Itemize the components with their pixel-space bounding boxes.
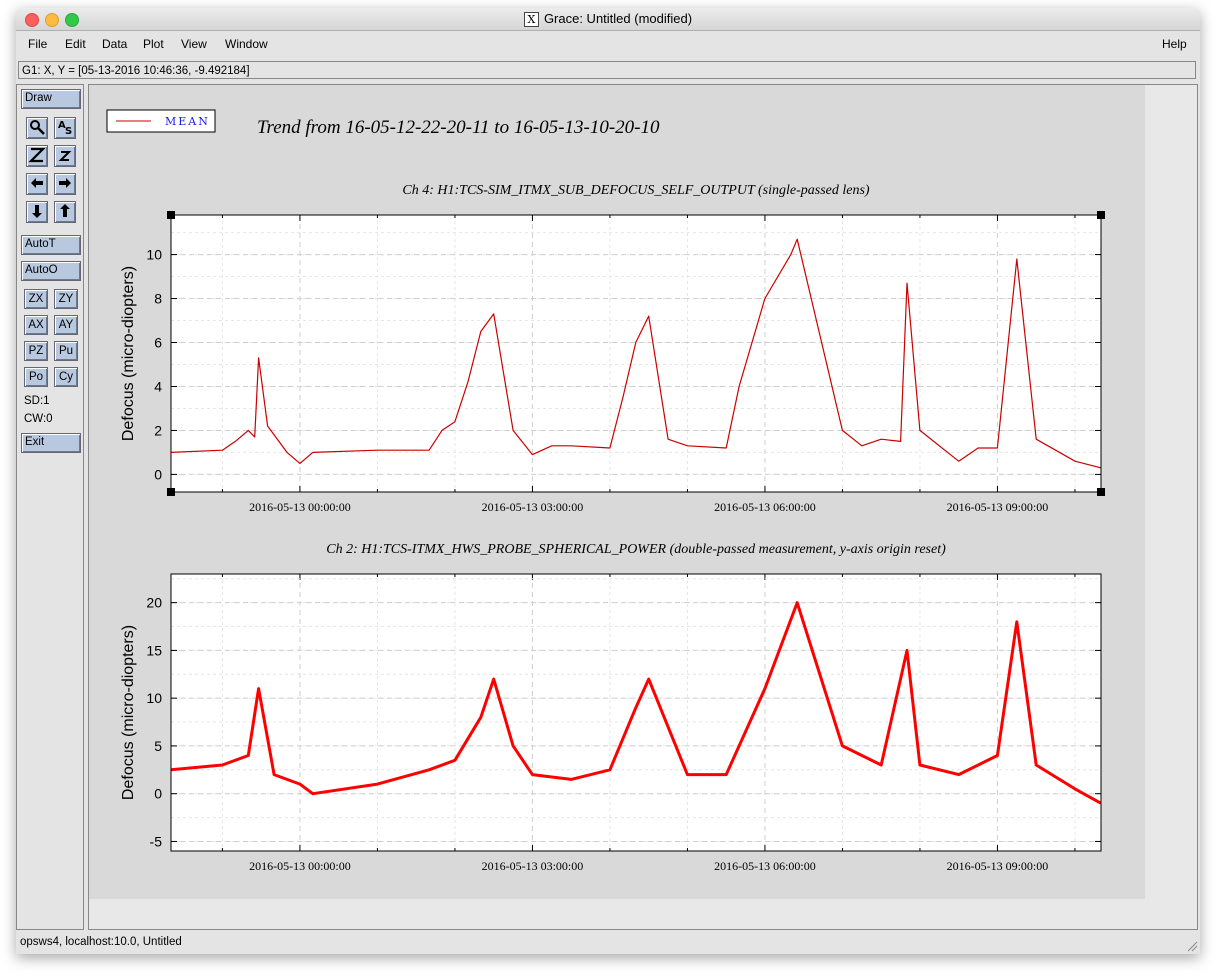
y-tick-label: 10: [146, 247, 162, 263]
y-tick-label: -5: [150, 833, 163, 849]
figure-canvas[interactable]: MEAN Trend from 16-05-12-22-20-11 to 16-…: [89, 85, 1197, 929]
selection-handle[interactable]: [1097, 488, 1105, 496]
y-tick-label: 8: [154, 291, 162, 307]
autoscale-text-icon[interactable]: AS: [54, 117, 76, 139]
x-tick-label: 2016-05-13 03:00:00: [482, 859, 584, 873]
x-tick-label: 2016-05-13 06:00:00: [714, 500, 816, 514]
arrow-right-icon[interactable]: [54, 173, 76, 195]
zoom-icon[interactable]: [26, 117, 48, 139]
arrow-down-icon[interactable]: [26, 201, 48, 223]
maximize-window-button[interactable]: [65, 13, 79, 27]
x-tick-label: 2016-05-13 06:00:00: [714, 859, 816, 873]
autoo-button[interactable]: AutoO: [21, 261, 81, 281]
arrow-up-icon[interactable]: [54, 201, 76, 223]
menu-plot[interactable]: Plot: [143, 37, 164, 51]
menu-bar: File Edit Data Plot View Window Help: [16, 33, 1200, 55]
window-title: Grace: Untitled (modified): [543, 11, 693, 26]
ax-button[interactable]: AX: [24, 315, 48, 335]
legend-label: MEAN: [165, 115, 210, 128]
chart-ch2: Ch 2: H1:TCS-ITMX_HWS_PROBE_SPHERICAL_PO…: [120, 542, 1102, 873]
po-button[interactable]: Po: [24, 367, 48, 387]
stack-depth-label: SD:1: [24, 395, 50, 407]
legend-box[interactable]: MEAN: [106, 109, 216, 133]
ay-button[interactable]: AY: [54, 315, 78, 335]
figure-title: Trend from 16-05-12-22-20-11 to 16-05-13…: [257, 117, 660, 138]
menu-help[interactable]: Help: [1162, 37, 1187, 51]
zx-button[interactable]: ZX: [24, 289, 48, 309]
autot-button[interactable]: AutoT: [21, 235, 81, 255]
y-axis-label: Defocus (micro-diopters): [120, 266, 137, 441]
selection-handle[interactable]: [1097, 211, 1105, 219]
chart-ch4: Ch 4: H1:TCS-SIM_ITMX_SUB_DEFOCUS_SELF_O…: [120, 183, 1105, 514]
x-tick-label: 2016-05-13 03:00:00: [482, 500, 584, 514]
arrow-left-icon[interactable]: [26, 173, 48, 195]
zy-button[interactable]: ZY: [54, 289, 78, 309]
current-world-label: CW:0: [24, 413, 53, 425]
y-tick-label: 0: [154, 466, 162, 482]
y-tick-label: 2: [154, 422, 162, 438]
canvas-margin-right: [1145, 85, 1197, 929]
y-tick-label: 20: [146, 595, 162, 611]
y-tick-label: 10: [146, 690, 162, 706]
close-window-button[interactable]: [25, 13, 39, 27]
resize-grip-icon[interactable]: [1186, 940, 1198, 952]
menu-data[interactable]: Data: [102, 37, 127, 51]
y-tick-label: 5: [154, 738, 162, 754]
menu-edit[interactable]: Edit: [65, 37, 86, 51]
x11-logo-icon: X: [523, 12, 539, 28]
selection-handle[interactable]: [167, 488, 175, 496]
cy-button[interactable]: Cy: [54, 367, 78, 387]
y-tick-label: 6: [154, 335, 162, 351]
grace-window: X Grace: Untitled (modified) File Edit Da…: [16, 8, 1200, 954]
y-tick-label: 0: [154, 786, 162, 802]
locator-readout: G1: X, Y = [05-13-2016 10:46:36, -9.4921…: [18, 61, 1196, 79]
minimize-window-button[interactable]: [45, 13, 59, 27]
x-tick-label: 2016-05-13 09:00:00: [947, 859, 1049, 873]
pz-button[interactable]: PZ: [24, 341, 48, 361]
plot-canvas-area[interactable]: MEAN Trend from 16-05-12-22-20-11 to 16-…: [88, 84, 1198, 930]
y-axis-label: Defocus (micro-diopters): [120, 625, 137, 800]
tool-panel: Draw AS AutoT AutoO ZX ZY AX AY PZ Pu Po…: [16, 84, 84, 930]
svg-text:S: S: [65, 126, 72, 136]
menu-file[interactable]: File: [28, 37, 47, 51]
title-bar[interactable]: X Grace: Untitled (modified): [16, 8, 1200, 31]
chart-title: Ch 2: H1:TCS-ITMX_HWS_PROBE_SPHERICAL_PO…: [326, 542, 946, 557]
menu-view[interactable]: View: [181, 37, 207, 51]
selection-handle[interactable]: [167, 211, 175, 219]
pu-button[interactable]: Pu: [54, 341, 78, 361]
plot-area: [171, 574, 1101, 851]
zoom-in-icon[interactable]: [26, 145, 48, 167]
chart-title: Ch 4: H1:TCS-SIM_ITMX_SUB_DEFOCUS_SELF_O…: [402, 183, 869, 198]
x-tick-label: 2016-05-13 09:00:00: [947, 500, 1049, 514]
status-bar: opsws4, localhost:10.0, Untitled: [20, 936, 182, 948]
menu-window[interactable]: Window: [225, 37, 268, 51]
plot-area: [171, 215, 1101, 492]
exit-button[interactable]: Exit: [21, 433, 81, 453]
x-tick-label: 2016-05-13 00:00:00: [249, 500, 351, 514]
draw-button[interactable]: Draw: [21, 89, 81, 109]
x-tick-label: 2016-05-13 00:00:00: [249, 859, 351, 873]
canvas-margin-bottom: [89, 899, 1145, 929]
y-tick-label: 15: [146, 642, 162, 658]
y-tick-label: 4: [154, 378, 162, 394]
zoom-out-icon[interactable]: [54, 145, 76, 167]
